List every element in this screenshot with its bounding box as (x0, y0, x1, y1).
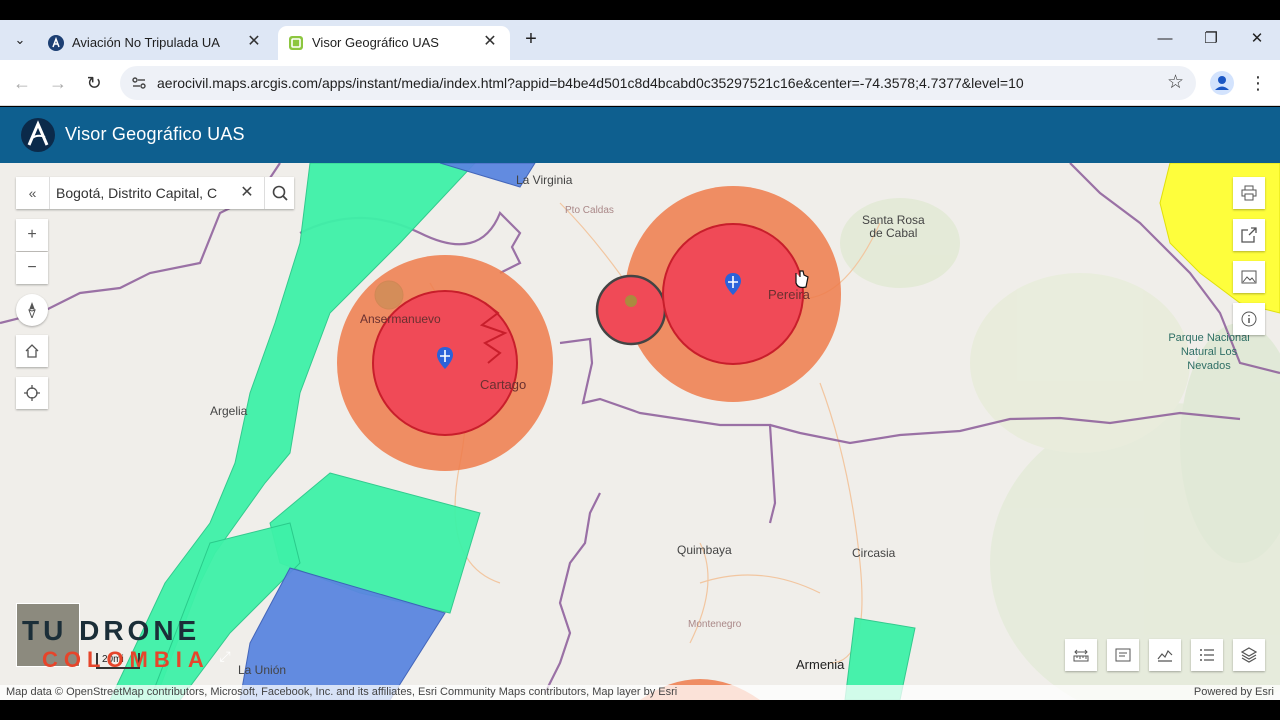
back-button[interactable]: ← (9, 70, 35, 96)
home-button[interactable] (16, 335, 48, 367)
profile-avatar[interactable] (1210, 71, 1234, 95)
note-icon (1115, 648, 1131, 662)
image-icon (1241, 270, 1257, 284)
place-label: Circasia (852, 546, 896, 560)
app-header: Visor Geográfico UAS (0, 107, 1280, 163)
place-label: La Unión (238, 663, 287, 677)
place-label: Argelia (210, 404, 248, 418)
tab-close-button[interactable]: ✕ (480, 31, 500, 51)
compass-button[interactable] (16, 294, 48, 326)
search-input[interactable] (56, 181, 242, 205)
scale-bar: 20mi (96, 653, 140, 669)
map-canvas[interactable] (0, 163, 1280, 700)
zoom-in-button[interactable]: + (16, 219, 48, 251)
basemap-button[interactable] (1233, 261, 1265, 293)
browser-menu-button[interactable]: ⋮ (1248, 70, 1268, 96)
place-label: Santa Rosa de Cabal (862, 213, 925, 240)
home-icon (25, 344, 39, 358)
info-button[interactable] (1233, 303, 1265, 335)
share-button[interactable] (1233, 219, 1265, 251)
place-label: Cartago (480, 377, 527, 392)
collapse-panel-button[interactable]: « (16, 177, 50, 209)
arcgis-favicon-icon (289, 36, 303, 50)
map-view[interactable]: La Virginia Santa Rosa de Cabal Anserman… (0, 163, 1280, 700)
measure-button[interactable] (1065, 639, 1097, 671)
aerocivil-favicon-icon (48, 35, 64, 51)
tab-title: Visor Geográfico UAS (312, 35, 439, 50)
print-icon (1241, 185, 1257, 201)
place-label: Montenegro (688, 619, 742, 630)
locate-button[interactable] (16, 377, 48, 409)
aerocivil-logo-icon (21, 118, 55, 152)
tab-title: Aviación No Tripulada UA (72, 35, 220, 50)
layers-button[interactable] (1233, 639, 1265, 671)
forward-button[interactable]: → (45, 70, 71, 96)
window-close-button[interactable]: ✕ (1245, 28, 1269, 50)
place-label: Ansermanuevo (360, 312, 441, 326)
info-icon (1241, 311, 1257, 327)
place-label: Quimbaya (677, 543, 732, 557)
locate-icon (24, 385, 40, 401)
tab-close-button[interactable]: ✕ (244, 31, 264, 51)
powered-by-link[interactable]: Powered by Esri (1194, 686, 1274, 698)
tab-aviacion[interactable]: Aviación No Tripulada UA ✕ (38, 26, 274, 60)
letterbox-bottom (0, 700, 1280, 720)
elevation-profile-button[interactable] (1149, 639, 1181, 671)
elevation-icon (1157, 649, 1173, 662)
legend-text-button[interactable] (1107, 639, 1139, 671)
clear-search-button[interactable]: ✕ (234, 177, 260, 209)
browser-tab-strip: ⌄ Aviación No Tripulada UA ✕ Visor Geogr… (0, 20, 1280, 60)
screenshot-root: ⌄ Aviación No Tripulada UA ✕ Visor Geogr… (0, 0, 1280, 720)
zoom-out-button[interactable]: − (16, 252, 48, 284)
place-label: Pereira (768, 287, 810, 302)
ruler-icon (1073, 649, 1089, 662)
park-label: Parque Nacional Natural Los Nevados (1168, 332, 1250, 372)
overview-map[interactable] (16, 603, 80, 667)
legend-button[interactable] (1191, 639, 1223, 671)
place-label: La Virginia (516, 173, 573, 187)
person-icon (1215, 76, 1229, 90)
letterbox-top (0, 0, 1280, 20)
minimize-button[interactable]: — (1153, 28, 1177, 50)
share-icon (1241, 227, 1257, 243)
attribution-text[interactable]: Map data © OpenStreetMap contributors, M… (6, 686, 677, 698)
search-button[interactable] (264, 177, 294, 209)
url-text[interactable]: aerocivil.maps.arcgis.com/apps/instant/m… (157, 75, 1024, 91)
restore-button[interactable]: ❐ (1199, 28, 1223, 50)
expand-overview-icon[interactable]: ⤢ (210, 643, 240, 669)
address-bar[interactable]: aerocivil.maps.arcgis.com/apps/instant/m… (120, 66, 1196, 100)
reload-button[interactable]: ↻ (81, 70, 107, 96)
tab-visor[interactable]: Visor Geográfico UAS ✕ (278, 26, 510, 60)
compass-icon (28, 302, 36, 318)
place-label: Armenia (796, 657, 845, 672)
app-title: Visor Geográfico UAS (65, 124, 245, 144)
browser-toolbar: ← → ↻ aerocivil.maps.arcgis.com/apps/ins… (0, 60, 1280, 106)
bookmark-star-icon[interactable]: ☆ (1167, 71, 1184, 94)
layers-icon (1241, 647, 1257, 663)
search-widget: « ✕ (16, 177, 294, 209)
new-tab-button[interactable]: + (520, 28, 542, 50)
tab-search-button[interactable]: ⌄ (8, 29, 32, 51)
place-label: Pto Caldas (565, 205, 614, 216)
site-settings-icon[interactable] (130, 74, 148, 92)
search-icon (272, 185, 288, 201)
print-button[interactable] (1233, 177, 1265, 209)
list-icon (1200, 649, 1214, 661)
attribution-bar: Map data © OpenStreetMap contributors, M… (0, 685, 1280, 700)
